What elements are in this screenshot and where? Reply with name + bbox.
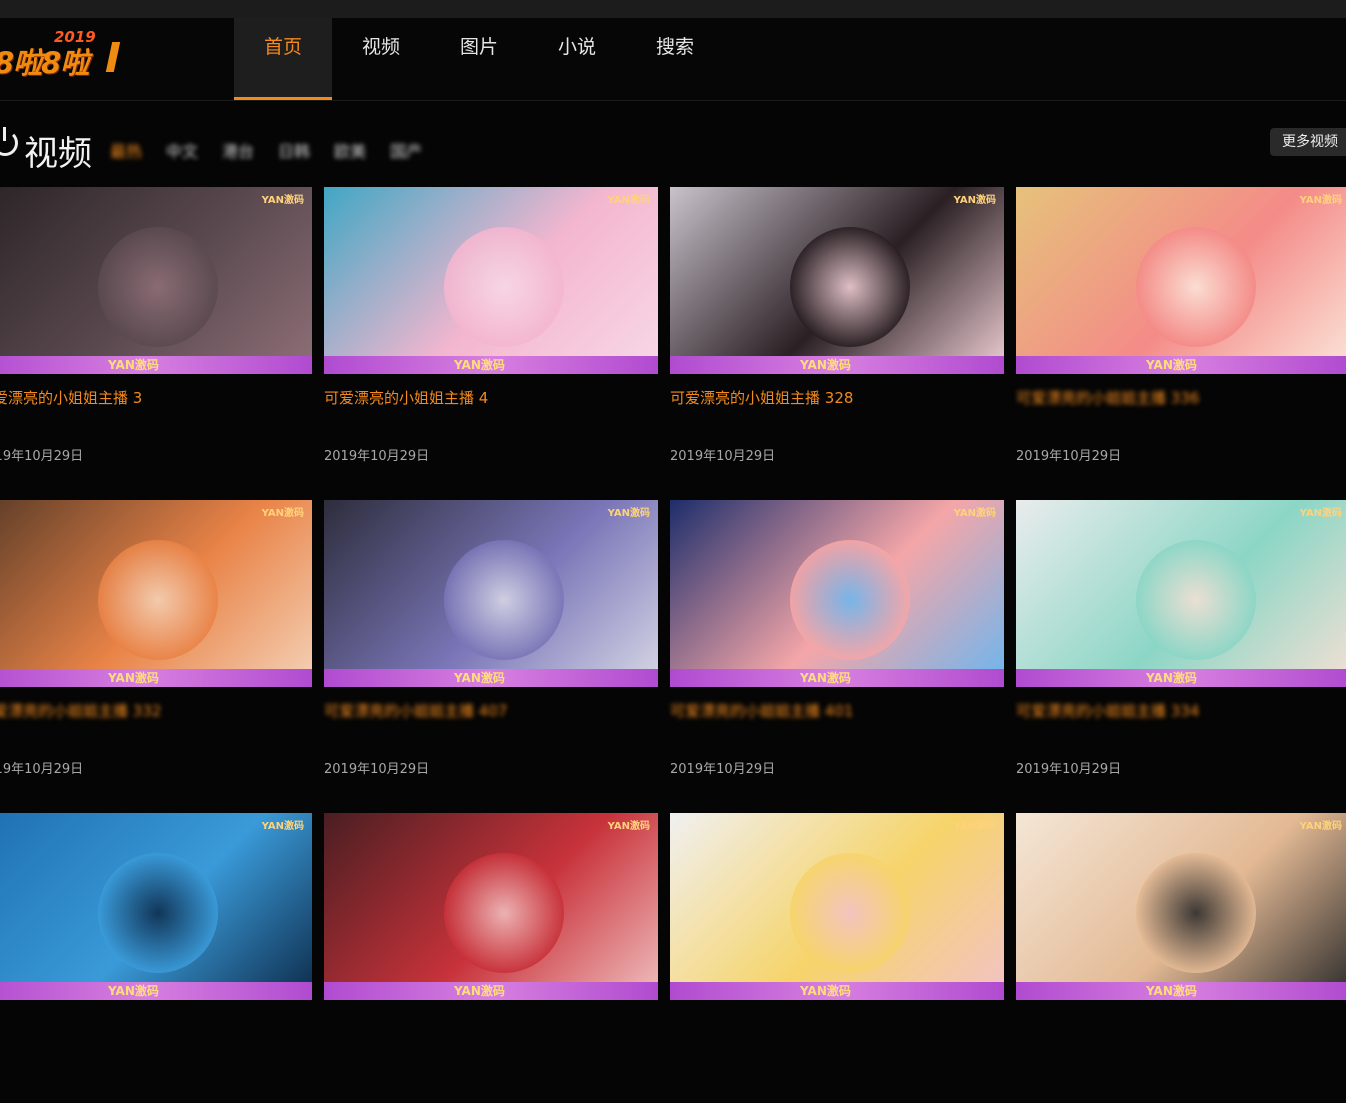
video-thumbnail[interactable]: YAN激码 YAN激码 — [324, 500, 658, 687]
watermark-corner: YAN激码 — [607, 821, 650, 832]
watermark-corner: YAN激码 — [1299, 508, 1342, 519]
video-thumbnail[interactable]: YAN激码 YAN激码 — [0, 187, 312, 374]
site-header: 2019 8啦8啦 首页 视频 图片 小说 搜索 — [0, 18, 1346, 101]
thumbnail-figure — [790, 540, 910, 660]
video-title[interactable]: 可爱漂亮的小姐姐主播 4 — [324, 387, 488, 408]
video-card[interactable]: YAN激码 YAN激码可爱漂亮的小姐姐主播 332 2019年10月29日 — [0, 500, 312, 790]
video-thumbnail[interactable]: YAN激码 YAN激码 — [1016, 500, 1346, 687]
thumbnail-figure — [98, 540, 218, 660]
tab-chinese[interactable]: 中文 — [166, 138, 198, 162]
video-date: 2019年10月29日 — [324, 449, 430, 464]
video-card[interactable]: YAN激码 YAN激码可爱漂亮的小姐姐主播 4 2019年10月29日 — [324, 187, 658, 477]
video-card[interactable]: YAN激码 YAN激码 — [670, 813, 1004, 1103]
more-videos-button[interactable]: 更多视频 — [1270, 128, 1346, 156]
window-top-bar — [0, 0, 1346, 18]
nav-images[interactable]: 图片 — [430, 18, 528, 100]
video-thumbnail[interactable]: YAN激码 YAN激码 — [670, 187, 1004, 374]
watermark-corner: YAN激码 — [953, 821, 996, 832]
power-icon — [0, 127, 18, 156]
watermark-corner: YAN激码 — [261, 195, 304, 206]
watermark-corner: YAN激码 — [261, 508, 304, 519]
tab-hktw[interactable]: 港台 — [222, 138, 254, 162]
video-title[interactable]: 可爱漂亮的小姐姐主播 336 — [1016, 387, 1199, 408]
thumbnail-figure — [444, 227, 564, 347]
logo-text: 8啦8啦 — [0, 46, 89, 80]
video-thumbnail[interactable]: YAN激码 YAN激码 — [324, 813, 658, 1000]
watermark-logo: YAN激码 — [454, 984, 505, 998]
thumbnail-figure — [1136, 853, 1256, 973]
watermark-logo: YAN激码 — [800, 984, 851, 998]
thumbnail-figure — [790, 853, 910, 973]
watermark-corner: YAN激码 — [1299, 821, 1342, 832]
watermark-logo: YAN激码 — [1146, 671, 1197, 685]
watermark-logo: YAN激码 — [108, 671, 159, 685]
video-thumbnail[interactable]: YAN激码 YAN激码 — [1016, 187, 1346, 374]
video-card[interactable]: YAN激码 YAN激码可爱漂亮的小姐姐主播 401 2019年10月29日 — [670, 500, 1004, 790]
video-card[interactable]: YAN激码 YAN激码可爱漂亮的小姐姐主播 328 2019年10月29日 — [670, 187, 1004, 477]
watermark-corner: YAN激码 — [953, 508, 996, 519]
video-card[interactable]: YAN激码 YAN激码 — [324, 813, 658, 1103]
video-date: 2019年10月29日 — [0, 762, 84, 777]
video-date: 2019年10月29日 — [1016, 762, 1122, 777]
section-title: 视频 — [24, 134, 92, 174]
logo-bar — [105, 42, 121, 72]
watermark-logo: YAN激码 — [108, 358, 159, 372]
thumbnail-figure — [444, 853, 564, 973]
video-thumbnail[interactable]: YAN激码 YAN激码 — [324, 187, 658, 374]
video-date: 2019年10月29日 — [670, 449, 776, 464]
video-thumbnail[interactable]: YAN激码 YAN激码 — [1016, 813, 1346, 1000]
thumbnail-figure — [790, 227, 910, 347]
watermark-corner: YAN激码 — [1299, 195, 1342, 206]
video-title[interactable]: 可爱漂亮的小姐姐主播 332 — [0, 700, 161, 721]
video-title[interactable]: 可爱漂亮的小姐姐主播 401 — [670, 700, 853, 721]
video-card[interactable]: YAN激码 YAN激码 — [0, 813, 312, 1103]
video-thumbnail[interactable]: YAN激码 YAN激码 — [0, 500, 312, 687]
video-card[interactable]: YAN激码 YAN激码可爱漂亮的小姐姐主播 3 2019年10月29日 — [0, 187, 312, 477]
video-date: 2019年10月29日 — [1016, 449, 1122, 464]
watermark-corner: YAN激码 — [607, 508, 650, 519]
watermark-corner: YAN激码 — [607, 195, 650, 206]
watermark-corner: YAN激码 — [953, 195, 996, 206]
nav-search[interactable]: 搜索 — [626, 18, 724, 100]
watermark-corner: YAN激码 — [261, 821, 304, 832]
video-card[interactable]: YAN激码 YAN激码可爱漂亮的小姐姐主播 336 2019年10月29日 — [1016, 187, 1346, 477]
video-title[interactable]: 可爱漂亮的小姐姐主播 3 — [0, 387, 142, 408]
nav-video[interactable]: 视频 — [332, 18, 430, 100]
video-card[interactable]: YAN激码 YAN激码可爱漂亮的小姐姐主播 334 2019年10月29日 — [1016, 500, 1346, 790]
watermark-logo: YAN激码 — [1146, 984, 1197, 998]
video-card[interactable]: YAN激码 YAN激码 — [1016, 813, 1346, 1103]
nav-home[interactable]: 首页 — [234, 18, 332, 100]
site-logo[interactable]: 2019 8啦8啦 — [0, 28, 124, 80]
thumbnail-figure — [98, 853, 218, 973]
video-section-header: 视频 最热 中文 港台 日韩 欧美 国产 更多视频 — [0, 118, 1346, 178]
tab-western[interactable]: 欧美 — [334, 138, 366, 162]
video-date: 2019年10月29日 — [670, 762, 776, 777]
video-date: 2019年10月29日 — [324, 762, 430, 777]
video-title[interactable]: 可爱漂亮的小姐姐主播 334 — [1016, 700, 1199, 721]
video-card[interactable]: YAN激码 YAN激码可爱漂亮的小姐姐主播 407 2019年10月29日 — [324, 500, 658, 790]
tab-jpkr[interactable]: 日韩 — [278, 138, 310, 162]
video-title[interactable]: 可爱漂亮的小姐姐主播 328 — [670, 387, 853, 408]
video-thumbnail[interactable]: YAN激码 YAN激码 — [670, 500, 1004, 687]
watermark-logo: YAN激码 — [454, 358, 505, 372]
main-nav: 首页 视频 图片 小说 搜索 — [234, 18, 724, 100]
watermark-logo: YAN激码 — [108, 984, 159, 998]
video-title[interactable]: 可爱漂亮的小姐姐主播 407 — [324, 700, 507, 721]
watermark-logo: YAN激码 — [800, 358, 851, 372]
thumbnail-figure — [1136, 227, 1256, 347]
thumbnail-figure — [98, 227, 218, 347]
category-tabs: 最热 中文 港台 日韩 欧美 国产 — [110, 138, 446, 162]
video-thumbnail[interactable]: YAN激码 YAN激码 — [0, 813, 312, 1000]
video-date: 2019年10月29日 — [0, 449, 84, 464]
thumbnail-figure — [1136, 540, 1256, 660]
watermark-logo: YAN激码 — [1146, 358, 1197, 372]
nav-novels[interactable]: 小说 — [528, 18, 626, 100]
watermark-logo: YAN激码 — [800, 671, 851, 685]
thumbnail-figure — [444, 540, 564, 660]
tab-domestic[interactable]: 国产 — [390, 138, 422, 162]
video-thumbnail[interactable]: YAN激码 YAN激码 — [670, 813, 1004, 1000]
tab-hot[interactable]: 最热 — [110, 138, 142, 162]
watermark-logo: YAN激码 — [454, 671, 505, 685]
